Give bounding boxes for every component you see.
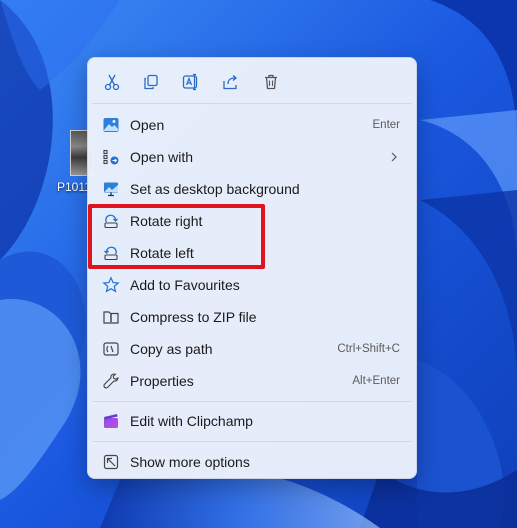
open-with-icon xyxy=(103,149,119,165)
menu-item-add-to-favourites[interactable]: Add to Favourites xyxy=(92,270,412,300)
share-button[interactable] xyxy=(219,70,243,94)
divider xyxy=(92,401,412,402)
image-icon xyxy=(103,118,119,132)
divider xyxy=(92,103,412,104)
menu-item-label: Edit with Clipchamp xyxy=(130,413,253,429)
menu-item-open[interactable]: Open Enter xyxy=(92,110,412,140)
menu-item-edit-with-clipchamp[interactable]: Edit with Clipchamp xyxy=(92,406,412,436)
delete-button[interactable] xyxy=(259,70,283,94)
menu-item-label: Set as desktop background xyxy=(130,181,300,197)
menu-item-label: Add to Favourites xyxy=(130,277,240,293)
trash-icon xyxy=(265,74,277,90)
desktop-file-label: P1011 xyxy=(57,180,91,194)
menu-item-label: Properties xyxy=(130,373,194,389)
copy-icon xyxy=(144,74,158,90)
zip-icon xyxy=(103,311,119,324)
divider xyxy=(92,441,412,442)
menu-item-label: Show more options xyxy=(130,454,250,470)
menu-item-set-desktop-background[interactable]: Set as desktop background xyxy=(92,174,412,204)
rename-icon xyxy=(182,73,198,91)
menu-item-label: Copy as path xyxy=(130,341,213,357)
menu-item-copy-as-path[interactable]: Copy as path Ctrl+Shift+C xyxy=(92,334,412,364)
share-icon xyxy=(223,75,238,90)
menu-item-label: Open with xyxy=(130,149,194,165)
show-more-icon xyxy=(103,454,119,470)
menu-item-label: Compress to ZIP file xyxy=(130,309,257,325)
menu-item-show-more-options[interactable]: Show more options xyxy=(92,447,412,477)
shortcut-text: Alt+Enter xyxy=(352,375,400,387)
highlight-annotation-box xyxy=(88,204,265,269)
shortcut-text: Enter xyxy=(372,119,401,131)
desktop-background-icon xyxy=(104,182,118,197)
menu-item-label: Open xyxy=(130,117,165,133)
chevron-right-icon xyxy=(391,152,397,162)
clipchamp-icon xyxy=(104,414,118,428)
shortcut-text: Ctrl+Shift+C xyxy=(337,343,400,355)
menu-item-compress-to-zip[interactable]: Compress to ZIP file xyxy=(92,302,412,332)
scissors-icon xyxy=(104,74,120,91)
context-menu-toolbar xyxy=(88,58,416,104)
menu-item-properties[interactable]: Properties Alt+Enter xyxy=(92,366,412,396)
menu-item-open-with[interactable]: Open with xyxy=(92,142,412,172)
star-icon xyxy=(102,276,120,293)
wrench-icon xyxy=(103,373,119,389)
copy-path-icon xyxy=(103,342,119,356)
rename-button[interactable] xyxy=(179,70,203,94)
copy-button[interactable] xyxy=(139,70,163,94)
cut-button[interactable] xyxy=(100,70,124,94)
